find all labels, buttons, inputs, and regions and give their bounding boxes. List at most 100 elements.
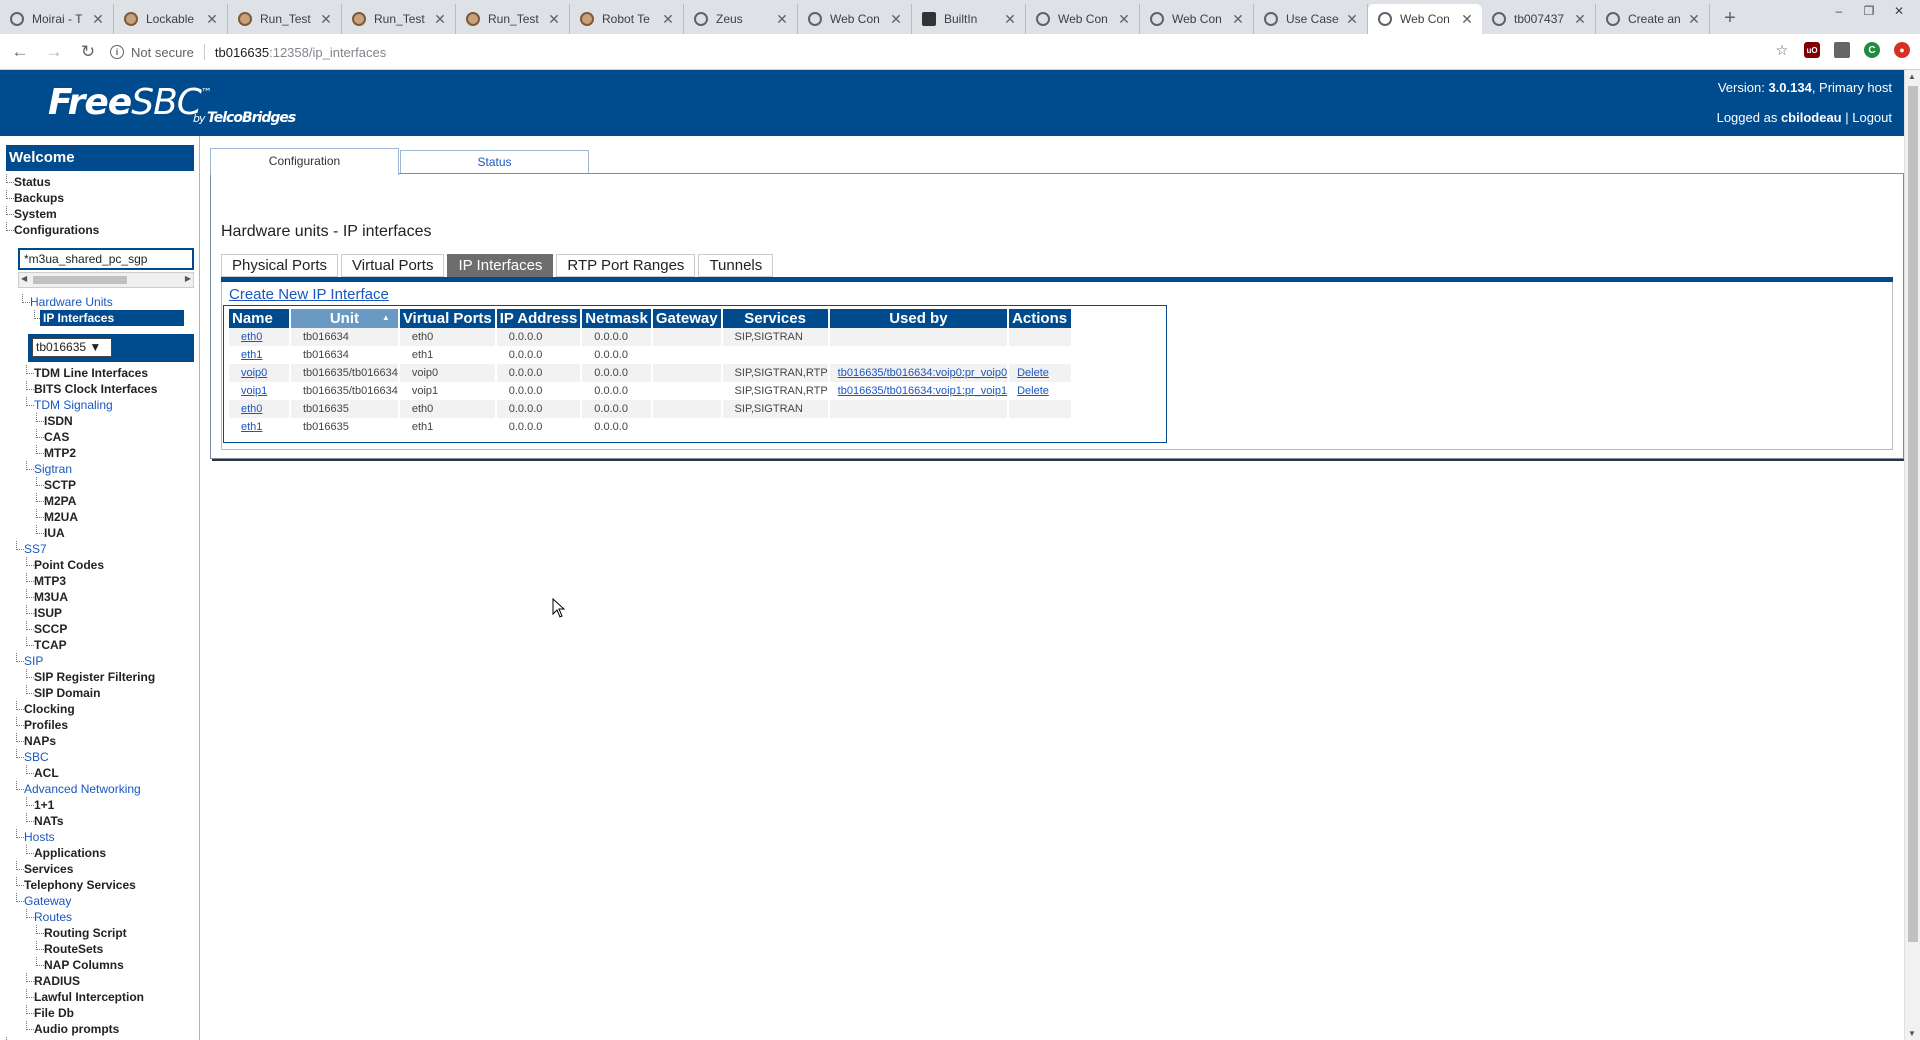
- sidebar-item-cas[interactable]: CAS: [6, 429, 196, 445]
- delete-link[interactable]: Delete: [1017, 367, 1049, 379]
- close-tab-icon[interactable]: ✕: [1687, 11, 1701, 28]
- column-header-virtual-ports[interactable]: Virtual Ports: [399, 309, 495, 328]
- sidebar-item-ip-interfaces[interactable]: IP Interfaces: [6, 310, 196, 326]
- browser-tab[interactable]: Web Con ✕: [1140, 4, 1254, 34]
- interface-name-link[interactable]: eth1: [241, 349, 262, 361]
- column-header-services[interactable]: Services: [722, 309, 828, 328]
- sidebar-item-system[interactable]: System: [6, 206, 196, 222]
- create-ip-interface-link[interactable]: Create New IP Interface: [229, 286, 389, 303]
- sidebar-item-acl[interactable]: ACL: [6, 765, 196, 781]
- config-name-field[interactable]: *m3ua_shared_pc_sgp: [18, 248, 194, 270]
- new-tab-icon[interactable]: +: [1716, 4, 1744, 32]
- close-tab-icon[interactable]: ✕: [775, 11, 789, 28]
- tab-status[interactable]: Status: [400, 150, 589, 174]
- sidebar-item-nats[interactable]: NATs: [6, 813, 196, 829]
- sidebar-hscrollbar[interactable]: ◀ ▶: [18, 272, 194, 288]
- sidebar-item-sigtran[interactable]: Sigtran: [6, 461, 196, 477]
- subtab-virtual-ports[interactable]: Virtual Ports: [341, 254, 445, 277]
- sidebar-item-point-codes[interactable]: Point Codes: [6, 557, 196, 573]
- sidebar-item-ss7[interactable]: SS7: [6, 541, 196, 557]
- reload-icon[interactable]: ↻: [74, 38, 102, 66]
- browser-tab[interactable]: Run_Test ✕: [342, 4, 456, 34]
- sidebar-item-sbc[interactable]: SBC: [6, 749, 196, 765]
- close-tab-icon[interactable]: ✕: [889, 11, 903, 28]
- browser-tab[interactable]: BuiltIn ✕: [912, 4, 1026, 34]
- sidebar-item-m2ua[interactable]: M2UA: [6, 509, 196, 525]
- document-extension-icon[interactable]: [1834, 42, 1850, 58]
- close-tab-icon[interactable]: ✕: [1345, 11, 1359, 28]
- ublock-icon[interactable]: uO: [1804, 42, 1820, 58]
- subtab-rtp-port-ranges[interactable]: RTP Port Ranges: [556, 254, 696, 277]
- scroll-right-icon[interactable]: ▶: [185, 274, 191, 283]
- subtab-tunnels[interactable]: Tunnels: [698, 254, 774, 277]
- delete-link[interactable]: Delete: [1017, 385, 1049, 397]
- sidebar-item-backups[interactable]: Backups: [6, 190, 196, 206]
- sidebar-item-gateway[interactable]: Gateway: [6, 893, 196, 909]
- sidebar-item-telephony-services[interactable]: Telephony Services: [6, 877, 196, 893]
- sidebar-item-applications[interactable]: Applications: [6, 845, 196, 861]
- sidebar-item-sip-domain[interactable]: SIP Domain: [6, 685, 196, 701]
- column-header-actions[interactable]: Actions: [1009, 309, 1072, 328]
- sidebar-item-sccp[interactable]: SCCP: [6, 621, 196, 637]
- browser-tab[interactable]: Zeus ✕: [684, 4, 798, 34]
- close-tab-icon[interactable]: ✕: [205, 11, 219, 28]
- sidebar-item-sip-register-filtering[interactable]: SIP Register Filtering: [6, 669, 196, 685]
- sidebar-item-lawful-interception[interactable]: Lawful Interception: [6, 989, 196, 1005]
- sidebar-item-file-db[interactable]: File Db: [6, 1005, 196, 1021]
- sidebar-item-isup[interactable]: ISUP: [6, 605, 196, 621]
- browser-tab[interactable]: Use Case ✕: [1254, 4, 1368, 34]
- scroll-left-icon[interactable]: ◀: [21, 274, 27, 283]
- column-header-gateway[interactable]: Gateway: [652, 309, 721, 328]
- close-tab-icon[interactable]: ✕: [433, 11, 447, 28]
- browser-tab[interactable]: Robot Te ✕: [570, 4, 684, 34]
- close-tab-icon[interactable]: ✕: [661, 11, 675, 28]
- sidebar-item-clocking[interactable]: Clocking: [6, 701, 196, 717]
- interface-name-link[interactable]: voip0: [241, 367, 267, 379]
- page-vscrollbar[interactable]: ▲ ▼: [1904, 70, 1920, 1040]
- sidebar-item-1-1[interactable]: 1+1: [6, 797, 196, 813]
- sidebar-item-configurations[interactable]: Configurations: [6, 222, 196, 238]
- close-tab-icon[interactable]: ✕: [547, 11, 561, 28]
- browser-tab[interactable]: Web Con ✕: [1026, 4, 1140, 34]
- logout-link[interactable]: Logout: [1852, 110, 1892, 125]
- tab-configuration[interactable]: Configuration: [210, 148, 399, 175]
- sidebar-item-audio-prompts[interactable]: Audio prompts: [6, 1021, 196, 1037]
- browser-tab[interactable]: Web Con ✕: [798, 4, 912, 34]
- column-header-used-by[interactable]: Used by: [829, 309, 1008, 328]
- sidebar-item-profiles[interactable]: Profiles: [6, 717, 196, 733]
- profile-avatar-icon[interactable]: C: [1864, 42, 1880, 58]
- browser-tab[interactable]: Run_Test ✕: [456, 4, 570, 34]
- browser-tab[interactable]: Moirai - T ✕: [0, 4, 114, 34]
- forward-icon[interactable]: →: [40, 38, 68, 66]
- interface-name-link[interactable]: eth1: [241, 421, 262, 433]
- interface-name-link[interactable]: voip1: [241, 385, 267, 397]
- close-tab-icon[interactable]: ✕: [319, 11, 333, 28]
- scroll-up-icon[interactable]: ▲: [1908, 72, 1916, 81]
- sidebar-item-m3ua[interactable]: M3UA: [6, 589, 196, 605]
- minimize-icon[interactable]: –: [1824, 2, 1854, 20]
- close-tab-icon[interactable]: ✕: [91, 11, 105, 28]
- close-tab-icon[interactable]: ✕: [1573, 11, 1587, 28]
- close-tab-icon[interactable]: ✕: [1231, 11, 1245, 28]
- sidebar-item-hosts[interactable]: Hosts: [6, 829, 196, 845]
- browser-tab[interactable]: Run_Test ✕: [228, 4, 342, 34]
- sidebar-item-services[interactable]: Services: [6, 861, 196, 877]
- address-bar[interactable]: i Not secure tb016635:12358/ip_interface…: [110, 39, 1770, 65]
- stop-extension-icon[interactable]: ●: [1894, 42, 1910, 58]
- sidebar-item-status[interactable]: Status: [6, 174, 196, 190]
- sidebar-item-routesets[interactable]: RouteSets: [6, 941, 196, 957]
- scroll-thumb[interactable]: [33, 276, 127, 284]
- used-by-link[interactable]: tb016635/tb016634:voip0:pr_voip0: [838, 367, 1007, 379]
- close-tab-icon[interactable]: ✕: [1003, 11, 1017, 28]
- column-header-ip-address[interactable]: IP Address: [496, 309, 581, 328]
- sidebar-item-iua[interactable]: IUA: [6, 525, 196, 541]
- browser-tab[interactable]: tb007437 ✕: [1482, 4, 1596, 34]
- subtab-ip-interfaces[interactable]: IP Interfaces: [447, 254, 554, 277]
- sidebar-item-m2pa[interactable]: M2PA: [6, 493, 196, 509]
- scroll-down-icon[interactable]: ▼: [1908, 1029, 1916, 1038]
- sidebar-item-tdm-signaling[interactable]: TDM Signaling: [6, 397, 196, 413]
- sidebar-item-routing-script[interactable]: Routing Script: [6, 925, 196, 941]
- sidebar-item-hardware-units[interactable]: Hardware Units: [6, 294, 196, 310]
- back-icon[interactable]: ←: [6, 38, 34, 66]
- sidebar-item-isdn[interactable]: ISDN: [6, 413, 196, 429]
